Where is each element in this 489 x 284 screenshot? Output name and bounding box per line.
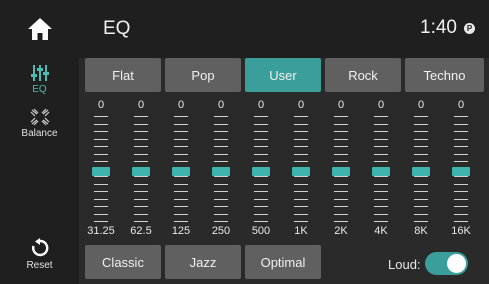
sidebar: EQ Balance Reset (0, 58, 79, 284)
band-gain-value: 0 (97, 99, 105, 111)
band-gain-value: 0 (257, 99, 265, 111)
preset-rock-button[interactable]: Rock (325, 58, 401, 92)
slider-thumb[interactable] (452, 167, 470, 176)
band-gain-value: 0 (217, 99, 225, 111)
slider-thumb[interactable] (412, 167, 430, 176)
preset-flat-button[interactable]: Flat (85, 58, 161, 92)
preset-pop-button[interactable]: Pop (165, 58, 241, 92)
home-icon (27, 18, 52, 40)
band-frequency-label: 16K (451, 225, 471, 237)
top-bar: EQ 1:40 P (0, 0, 489, 58)
reset-icon (31, 238, 48, 257)
preset-classic-button[interactable]: Classic (85, 245, 161, 279)
eq-band-slider[interactable]: 0 500 (241, 99, 281, 239)
band-gain-value: 0 (137, 99, 145, 111)
eq-sliders-icon (30, 65, 49, 81)
balance-icon (30, 108, 49, 126)
band-gain-value: 0 (337, 99, 345, 111)
slider-thumb[interactable] (212, 167, 230, 176)
preset-optimal-button[interactable]: Optimal (245, 245, 321, 279)
eq-band-slider[interactable]: 0 125 (161, 99, 201, 239)
preset-user-button[interactable]: User (245, 58, 321, 92)
slider-thumb[interactable] (132, 167, 150, 176)
band-gain-value: 0 (377, 99, 385, 111)
loud-toggle[interactable] (425, 252, 468, 275)
loud-label: Loud: (388, 257, 421, 272)
slider-thumb[interactable] (252, 167, 270, 176)
clock: 1:40 (420, 17, 457, 38)
band-gain-value: 0 (297, 99, 305, 111)
sidebar-item-label: EQ (32, 84, 47, 95)
slider-thumb[interactable] (172, 167, 190, 176)
eq-band-slider[interactable]: 0 250 (201, 99, 241, 239)
home-button[interactable] (0, 0, 79, 58)
band-gain-value: 0 (177, 99, 185, 111)
eq-band-slider[interactable]: 0 4K (361, 99, 401, 239)
sidebar-item-label: Balance (21, 128, 58, 139)
eq-band-slider[interactable]: 0 8K (401, 99, 441, 239)
sidebar-item-eq[interactable]: EQ (0, 64, 79, 95)
eq-band-slider[interactable]: 0 16K (441, 99, 481, 239)
reset-label: Reset (26, 260, 53, 271)
band-gain-value: 0 (417, 99, 425, 111)
page-title: EQ (103, 18, 131, 39)
sidebar-item-balance[interactable]: Balance (0, 108, 79, 139)
toggle-knob (447, 254, 466, 273)
preset-jazz-button[interactable]: Jazz (165, 245, 241, 279)
slider-thumb[interactable] (372, 167, 390, 176)
eq-band-slider[interactable]: 0 62.5 (121, 99, 161, 239)
eq-band-slider[interactable]: 0 2K (321, 99, 361, 239)
reset-button[interactable]: Reset (0, 238, 79, 271)
slider-thumb[interactable] (292, 167, 310, 176)
eq-band-slider[interactable]: 0 1K (281, 99, 321, 239)
parking-status-icon: P (464, 23, 475, 34)
band-gain-value: 0 (457, 99, 465, 111)
preset-techno-button[interactable]: Techno (405, 58, 484, 92)
slider-thumb[interactable] (332, 167, 350, 176)
eq-band-slider[interactable]: 0 31.25 (81, 99, 121, 239)
slider-thumb[interactable] (92, 167, 110, 176)
